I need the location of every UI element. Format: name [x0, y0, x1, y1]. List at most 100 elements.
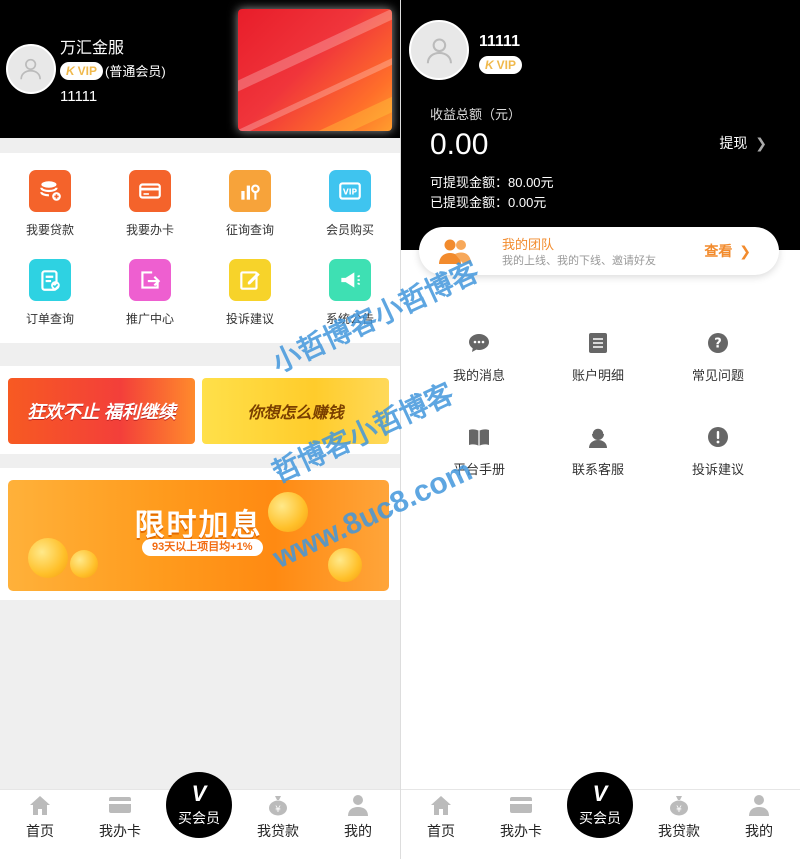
- svg-text:¥: ¥: [676, 805, 682, 815]
- promo-banner-interest[interactable]: 限时加息 93天以上项目均+1%: [8, 480, 389, 591]
- promo-banner-earn[interactable]: 你想怎么赚钱: [202, 378, 389, 444]
- grid-item-vip-buy[interactable]: VIP 会员购买: [300, 170, 400, 238]
- promo-text: 你想怎么赚钱: [247, 405, 344, 422]
- home-screen: 万汇金服 K VIP (普通会员) 11111 我要贷款 我要办卡 征询查询 V…: [0, 0, 400, 859]
- earnings-total: 0.00: [430, 128, 489, 161]
- tab-mine[interactable]: 我的: [318, 794, 398, 841]
- view-label: 查看: [704, 243, 733, 259]
- menu-label: 账户明细: [571, 368, 624, 383]
- tab-label: 首页: [427, 823, 455, 839]
- vip-label: VIP: [77, 63, 98, 78]
- svg-text:¥: ¥: [275, 805, 281, 815]
- grid-item-loan[interactable]: 我要贷款: [0, 170, 100, 238]
- question-circle-icon: ?: [705, 330, 731, 356]
- user-id: 11111: [60, 88, 98, 105]
- chevron-right-icon: ❯: [755, 135, 767, 151]
- vip-badge: K VIP: [479, 56, 523, 74]
- svg-text:?: ?: [714, 337, 722, 352]
- withdrawn-amount: 已提现金额：0.00元: [430, 195, 547, 210]
- tab-label: 我贷款: [257, 823, 299, 839]
- grid-label: 投诉建议: [225, 312, 274, 326]
- user-id: 11111: [479, 33, 520, 50]
- user-icon: [345, 794, 371, 816]
- menu-label: 平台手册: [452, 462, 505, 477]
- earnings-total-label: 收益总额（元）: [430, 107, 522, 122]
- promo-banner-carnival[interactable]: 狂欢不止 福利继续: [8, 378, 195, 444]
- promo-subtitle: 93天以上项目均+1%: [142, 539, 263, 556]
- tab-bar: 首页 我办卡 V 买会员 ¥ 我贷款 我的: [401, 772, 800, 859]
- promo-text: 狂欢不止 福利继续: [26, 402, 176, 422]
- tab-label: 我办卡: [99, 823, 141, 839]
- menu-platform-manual[interactable]: 平台手册: [419, 424, 539, 478]
- member-type: (普通会员): [105, 64, 166, 79]
- tab-buy-vip[interactable]: V 买会员: [166, 772, 232, 838]
- chevron-right-icon: ❯: [739, 243, 751, 259]
- svg-text:VIP: VIP: [343, 187, 358, 196]
- tab-home[interactable]: 首页: [401, 794, 481, 841]
- tab-label: 买会员: [178, 809, 220, 826]
- tab-label: 我的: [344, 823, 372, 839]
- grid-label: 我要办卡: [125, 223, 174, 237]
- credit-card-icon: [508, 794, 534, 816]
- home-icon: [27, 794, 53, 816]
- user-icon: [426, 38, 452, 63]
- tab-label: 我办卡: [500, 823, 542, 839]
- exclamation-circle-icon: [705, 424, 731, 450]
- grid-label: 我要贷款: [25, 223, 74, 237]
- grid-item-complaint[interactable]: 投诉建议: [200, 259, 300, 327]
- document-list-icon: [585, 330, 611, 356]
- grid-item-announcement[interactable]: 系统公告: [300, 259, 400, 327]
- credit-card-icon: [107, 794, 133, 816]
- grid-label: 推广中心: [125, 312, 174, 326]
- vip-k-icon: K: [485, 58, 494, 72]
- team-subtitle: 我的上线、我的下线、邀请好友: [502, 255, 656, 267]
- money-bag-icon: ¥: [666, 794, 692, 816]
- menu-account-details[interactable]: 账户明细: [538, 330, 658, 384]
- app-name: 万汇金服: [60, 40, 125, 57]
- available-amount: 可提现金额：80.00元: [430, 175, 554, 190]
- tab-home[interactable]: 首页: [0, 794, 80, 841]
- profile-screen: 11111 K VIP 收益总额（元） 0.00 提现 ❯ 可提现金额：80.00…: [400, 0, 800, 859]
- service-grid: 我要贷款 我要办卡 征询查询 VIP 会员购买 订单查询 推广中心 投诉建议 系…: [0, 153, 400, 343]
- edit-note-icon: [229, 259, 271, 301]
- user-icon: [746, 794, 772, 816]
- vip-badge: K VIP: [60, 61, 104, 80]
- withdraw-link[interactable]: 提现 ❯: [719, 133, 767, 153]
- grid-item-card[interactable]: 我要办卡: [100, 170, 200, 238]
- withdraw-label: 提现: [719, 135, 748, 151]
- vip-v-icon: V: [592, 780, 608, 806]
- grid-item-credit-query[interactable]: 征询查询: [200, 170, 300, 238]
- grid-item-order-query[interactable]: 订单查询: [0, 259, 100, 327]
- avatar[interactable]: [6, 44, 56, 94]
- menu-customer-service[interactable]: 联系客服: [538, 424, 658, 478]
- promo-big-wrap: 限时加息 93天以上项目均+1%: [0, 468, 400, 600]
- menu-complaint[interactable]: 投诉建议: [658, 424, 778, 478]
- tab-label: 首页: [26, 823, 54, 839]
- vip-badge-wrap: K VIP: [479, 56, 523, 74]
- tab-loan[interactable]: ¥ 我贷款: [238, 794, 318, 841]
- tab-buy-vip[interactable]: V 买会员: [567, 772, 633, 838]
- my-team-card[interactable]: 我的团队 我的上线、我的下线、邀请好友 查看 ❯: [419, 227, 779, 275]
- tab-label: 我的: [745, 823, 773, 839]
- grid-label: 订单查询: [25, 312, 74, 326]
- grid-label: 会员购买: [325, 223, 374, 237]
- grid-item-promotion[interactable]: 推广中心: [100, 259, 200, 327]
- vip-k-icon: K: [66, 63, 75, 78]
- header-banner[interactable]: [238, 9, 392, 131]
- menu-label: 投诉建议: [691, 462, 744, 477]
- tab-loan[interactable]: ¥ 我贷款: [639, 794, 719, 841]
- menu-label: 常见问题: [691, 368, 744, 383]
- vip-card-icon: VIP: [329, 170, 371, 212]
- tab-mine[interactable]: 我的: [719, 794, 799, 841]
- avatar[interactable]: [409, 20, 469, 80]
- tab-card[interactable]: 我办卡: [481, 794, 561, 841]
- tab-label: 买会员: [579, 809, 621, 826]
- tab-card[interactable]: 我办卡: [80, 794, 160, 841]
- team-icon: [439, 239, 471, 264]
- credit-card-icon: [129, 170, 171, 212]
- team-view-link[interactable]: 查看 ❯: [704, 241, 751, 261]
- clipboard-check-icon: [29, 259, 71, 301]
- menu-faq[interactable]: ? 常见问题: [658, 330, 778, 384]
- menu-my-messages[interactable]: 我的消息: [419, 330, 539, 384]
- money-bag-icon: ¥: [265, 794, 291, 816]
